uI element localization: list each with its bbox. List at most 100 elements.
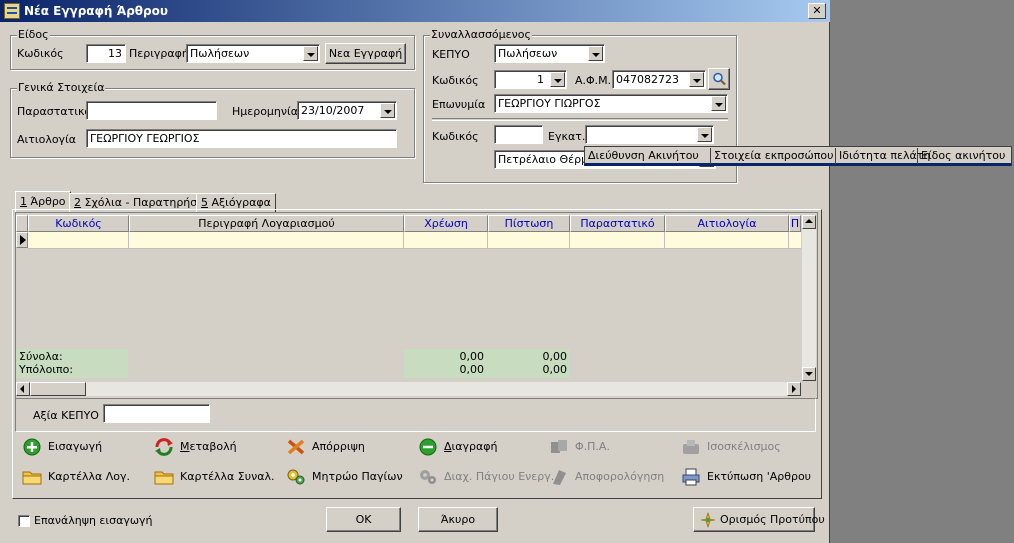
debit-totals-box: 0,00 0,00	[404, 349, 488, 378]
tab-arthro-hotkey: 1	[20, 195, 27, 208]
cancel-button[interactable]: Άκυρο	[418, 507, 498, 532]
delete-label: Διαγραφή	[444, 437, 497, 457]
modify-label: Μεταβολή	[180, 437, 237, 457]
account-card-label: Καρτέλλα Λογ.	[48, 470, 131, 483]
col-aitiologia[interactable]: Αιτιολογία	[665, 215, 789, 232]
scroll-left-arrow-icon[interactable]	[16, 382, 30, 396]
close-button[interactable]: ✕	[808, 3, 826, 19]
chevron-down-icon[interactable]	[711, 96, 726, 111]
kepyo-combo[interactable]: Πωλήσεων	[494, 44, 605, 63]
aitiologia-label: Αιτιολογία	[17, 133, 77, 146]
minus-icon	[419, 438, 437, 456]
syn-kodikos-label: Κωδικός	[432, 74, 479, 87]
add-icon	[23, 438, 41, 456]
current-row-indicator	[16, 232, 28, 248]
gears-icon	[420, 470, 436, 484]
credit-total: 0,00	[542, 350, 568, 363]
tab-sxolia-hotkey: 2	[74, 196, 81, 209]
menu-item-customer-property[interactable]: Ιδιότητα πελάτη	[836, 148, 930, 164]
chevron-down-icon[interactable]	[689, 72, 704, 87]
window-title: Νέα Εγγραφή Άρθρου	[24, 4, 168, 18]
imerominia-field[interactable]: 23/10/2007	[297, 101, 397, 120]
define-template-label: Ορισμός Προτύπου	[720, 513, 825, 526]
vat-label: Φ.Π.Α.	[575, 440, 610, 453]
menu-item-property-type[interactable]: Είδος ακινήτου	[918, 148, 1011, 164]
cell-perigrafi[interactable]	[129, 232, 404, 248]
totals-label-box: Σύνολα: Υπόλοιπο:	[16, 349, 128, 378]
eidos-perigrafi-label: Περιγραφή	[129, 47, 189, 60]
eidos-perigrafi-combo[interactable]: Πωλήσεων	[186, 44, 320, 63]
syn-kodikos-combo[interactable]: 1	[494, 70, 567, 89]
eponymia-combo[interactable]: ΓΕΩΡΓΙΟΥ ΓΙΩΡΓΟΣ	[494, 94, 728, 113]
gears-icon	[287, 469, 305, 485]
chevron-down-icon[interactable]	[697, 127, 712, 142]
col-pistosi[interactable]: Πίστωση	[488, 215, 570, 232]
assets-registry-label: Μητρώο Παγίων	[312, 470, 403, 483]
table-row[interactable]	[28, 232, 801, 249]
totals-label: Σύνολα:	[19, 350, 63, 363]
eidos-legend: Είδος	[17, 28, 50, 41]
menu-item-representative[interactable]: Στοιχεία εκπροσώπου	[711, 148, 836, 164]
col-perigrafi[interactable]: Περιγραφή Λογαριασμού	[129, 215, 404, 232]
scroll-up-arrow-icon[interactable]	[802, 215, 816, 229]
print-label: Εκτύπωση 'Αρθρου	[707, 470, 812, 483]
define-template-button[interactable]: Ορισμός Προτύπου	[693, 507, 825, 532]
scroll-down-arrow-icon[interactable]	[802, 367, 816, 381]
credit-balance: 0,00	[542, 363, 568, 376]
col-kodikos[interactable]: Κωδικός	[28, 215, 129, 232]
chevron-down-icon[interactable]	[550, 72, 565, 87]
col-xreosi[interactable]: Χρέωση	[404, 215, 488, 232]
egkat-label: Εγκατ.	[548, 130, 586, 143]
scroll-right-arrow-icon[interactable]	[787, 382, 801, 396]
horizontal-scrollbar[interactable]	[16, 382, 801, 396]
delete-label-rest: ιαγραφή	[451, 440, 498, 453]
folder-icon	[154, 471, 174, 485]
scales-icon	[683, 440, 699, 454]
tab-axiografa-label: Αξιόγραφα	[208, 196, 271, 209]
vat-icon	[551, 440, 567, 453]
new-entry-button[interactable]: Νεα Εγγραφή	[325, 43, 406, 64]
chevron-down-icon[interactable]	[303, 46, 318, 61]
dialog-window: Νέα Εγγραφή Άρθρου ✕ Είδος Κωδικός 13 Πε…	[0, 0, 830, 543]
cell-pistosi[interactable]	[488, 232, 570, 248]
cell-parastatiko[interactable]	[570, 232, 665, 248]
asset-management-label: Διαχ. Πάγιου Ενεργ.	[444, 470, 555, 483]
chevron-down-icon[interactable]	[380, 103, 395, 118]
synallassomenos-legend: Συναλλασσόμενος	[430, 28, 532, 41]
vertical-scrollbar[interactable]	[802, 215, 816, 381]
tab-sxolia-label: Σχόλια - Παρατηρήσεις	[81, 196, 214, 209]
menu-item-address[interactable]: Διεύθυνση Ακινήτου	[585, 148, 711, 164]
col-p[interactable]: Π	[789, 215, 801, 232]
debit-total: 0,00	[459, 350, 485, 363]
chevron-down-icon[interactable]	[588, 46, 603, 61]
col-parastatiko[interactable]: Παραστατικό	[570, 215, 665, 232]
eidos-perigrafi-value: Πωλήσεων	[190, 47, 250, 60]
repeat-checkbox[interactable]	[18, 515, 30, 527]
entries-grid[interactable]: Κωδικός Περιγραφή Λογαριασμού Χρέωση Πίσ…	[15, 212, 818, 399]
reject-label: Απόρριψη	[312, 440, 365, 453]
template-icon	[700, 512, 716, 528]
tax-relief-label: Αποφορολόγηση	[575, 470, 665, 483]
ok-button[interactable]: OK	[326, 507, 401, 532]
scroll-thumb[interactable]	[30, 382, 86, 396]
search-button[interactable]	[708, 68, 730, 90]
title-bar[interactable]: Νέα Εγγραφή Άρθρου ✕	[0, 0, 830, 22]
genika-legend: Γενικά Στοιχεία	[17, 81, 106, 94]
egkat-combo[interactable]	[585, 125, 714, 144]
installation-popup-menu[interactable]: Διεύθυνση Ακινήτου Στοιχεία εκπροσώπου Ι…	[584, 146, 1012, 166]
parastatiko-field[interactable]	[86, 101, 217, 120]
kodikos2-field[interactable]	[494, 125, 543, 144]
aitiologia-field[interactable]: ΓΕΩΡΓΙΟΥ ΓΕΩΡΓΙΟΣ	[86, 129, 397, 148]
balance-label: Ισοσκέλισμος	[707, 440, 781, 453]
eidos-kodikos-field[interactable]: 13	[86, 44, 126, 63]
kepyo-label: ΚΕΠΥΟ	[432, 48, 470, 61]
cell-xreosi[interactable]	[404, 232, 488, 248]
cell-aitiologia[interactable]	[665, 232, 789, 248]
kodikos2-label: Κωδικός	[432, 130, 479, 143]
insert-label: Εισαγωγή	[48, 440, 103, 453]
tab-axiografa-hotkey: 5	[201, 196, 208, 209]
axia-kepyo-field[interactable]	[103, 404, 210, 423]
row-pointer-icon	[20, 235, 26, 245]
afm-combo[interactable]: 047082723	[612, 70, 706, 89]
cell-kodikos[interactable]	[28, 232, 129, 248]
